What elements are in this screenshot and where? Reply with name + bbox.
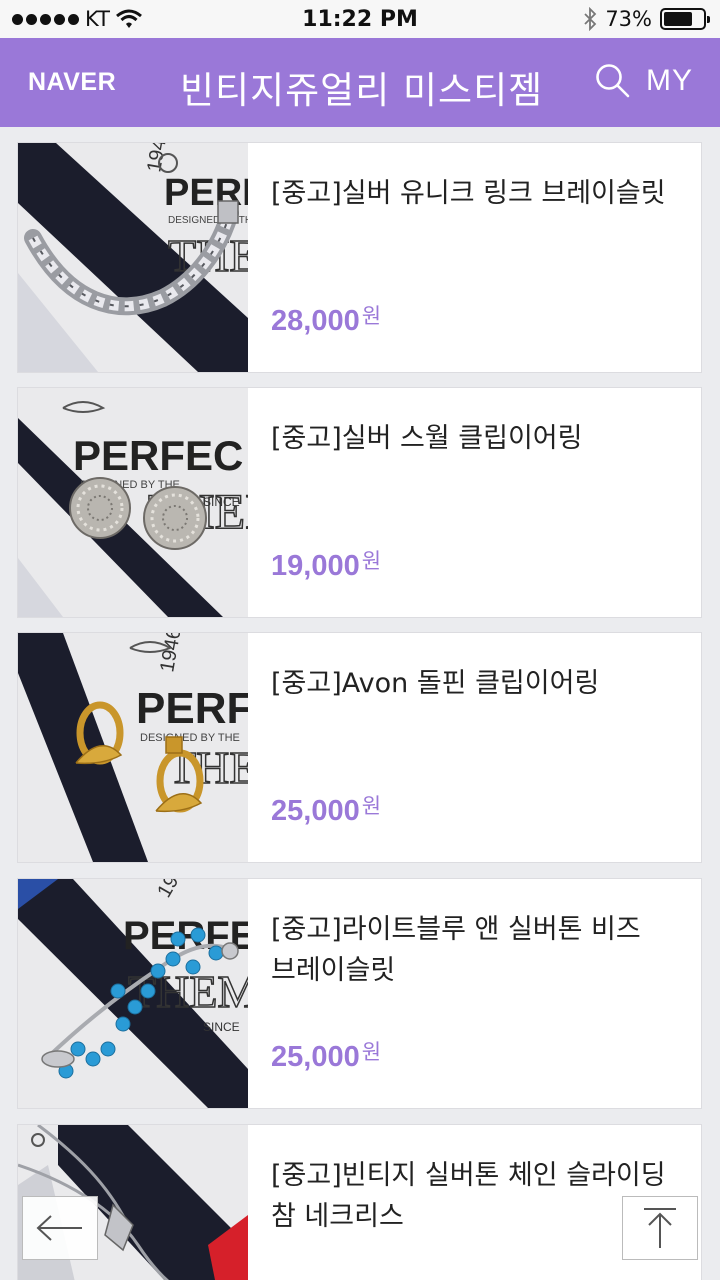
- product-title[interactable]: [중고]라이트블루 앤 실버톤 비즈 브레이슬릿: [271, 909, 676, 991]
- battery-fill: [664, 12, 692, 26]
- product-card[interactable]: 1946 PERFEC THEM SINCE [중고]라이트블루 앤 실버톤 비…: [17, 878, 702, 1109]
- print-word: PERFEC: [73, 432, 243, 479]
- product-title[interactable]: [중고]실버 스월 클립이어링: [271, 418, 676, 459]
- print-since: SINCE: [203, 1020, 240, 1034]
- product-image[interactable]: 1946 PERFEC THEM SINCE: [18, 879, 248, 1108]
- price-unit: 원: [361, 794, 382, 818]
- product-price: 25,000원: [271, 794, 382, 828]
- print-word: PERFEC: [136, 684, 248, 733]
- store-title[interactable]: 빈티지쥬얼리 미스티젬: [180, 60, 543, 114]
- app-header: NAVER 빈티지쥬얼리 미스티젬 MY: [0, 38, 720, 127]
- status-bar: KT 11:22 PM 73%: [0, 0, 720, 38]
- product-price: 19,000원: [271, 549, 382, 583]
- price-unit: 원: [361, 1040, 382, 1064]
- price-unit: 원: [361, 549, 382, 573]
- status-right: 73%: [583, 7, 710, 31]
- product-title[interactable]: [중고]Avon 돌핀 클립이어링: [271, 663, 676, 704]
- product-title[interactable]: [중고]실버 유니크 링크 브레이슬릿: [271, 173, 676, 214]
- price-value: 19,000: [271, 550, 360, 582]
- back-button[interactable]: [22, 1196, 98, 1260]
- arrow-up-icon: [644, 1208, 676, 1248]
- product-card[interactable]: 1946 PERFEC DESIGNED BY THE THEM [중고]Avo…: [17, 632, 702, 863]
- price-value: 25,000: [271, 1041, 360, 1073]
- product-price: 25,000원: [271, 1040, 382, 1074]
- product-card[interactable]: 1946 PERFEC DESIGNED BY THE THEM [중고]실버 …: [17, 142, 702, 373]
- product-title[interactable]: [중고]빈티지 실버톤 체인 슬라이딩 참 네크리스: [271, 1155, 676, 1237]
- battery-icon: [660, 8, 710, 30]
- price-unit: 원: [361, 304, 382, 328]
- search-button[interactable]: [594, 62, 632, 100]
- wifi-icon: [116, 9, 142, 28]
- arrow-left-icon: [36, 1215, 82, 1241]
- product-card[interactable]: [중고]빈티지 실버톤 체인 슬라이딩 참 네크리스: [17, 1124, 702, 1280]
- battery-percent: 73%: [605, 7, 652, 31]
- bluetooth-icon: [584, 7, 597, 31]
- product-price: 28,000원: [271, 304, 382, 338]
- scroll-top-button[interactable]: [622, 1196, 698, 1260]
- my-page-button[interactable]: MY: [646, 64, 693, 98]
- product-image[interactable]: 1946 PERFEC DESIGNED BY THE THEM: [18, 143, 248, 372]
- search-icon: [596, 64, 630, 98]
- print-since: SINCE: [203, 495, 240, 509]
- price-value: 25,000: [271, 795, 360, 827]
- naver-logo[interactable]: NAVER: [28, 68, 116, 97]
- signal-strength-icon: [12, 13, 79, 25]
- product-image[interactable]: PERFEC DESIGNED BY THE THEM SINCE: [18, 388, 248, 617]
- product-image[interactable]: 1946 PERFEC DESIGNED BY THE THEM: [18, 633, 248, 862]
- status-left: KT: [12, 7, 142, 31]
- product-card[interactable]: PERFEC DESIGNED BY THE THEM SINCE [중고]실버…: [17, 387, 702, 618]
- price-value: 28,000: [271, 305, 360, 337]
- carrier-label: KT: [85, 7, 110, 31]
